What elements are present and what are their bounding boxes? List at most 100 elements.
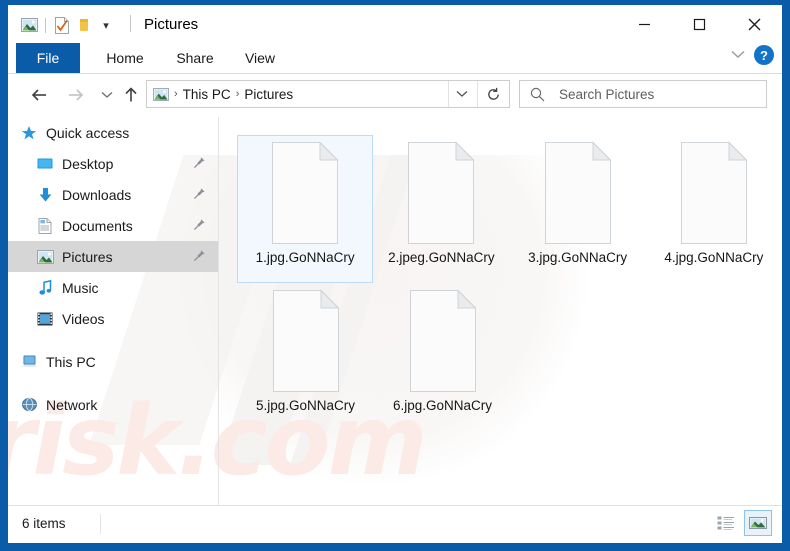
sidebar-item-this-pc[interactable]: This PC <box>8 346 218 377</box>
breadcrumb-this-pc[interactable]: This PC <box>180 87 234 102</box>
up-button[interactable] <box>118 82 144 108</box>
star-icon <box>20 124 38 142</box>
file-item-2[interactable]: 2.jpeg.GoNNaCry <box>373 135 509 283</box>
sidebar-label-downloads: Downloads <box>62 187 131 203</box>
expand-ribbon-chevron-icon[interactable] <box>731 45 745 65</box>
qat-separator-1 <box>45 18 46 33</box>
back-button[interactable] <box>26 82 52 108</box>
minimize-button[interactable] <box>617 5 672 43</box>
sidebar-item-videos[interactable]: Videos <box>8 303 218 334</box>
large-icons-view-icon[interactable] <box>744 510 772 536</box>
maximize-button[interactable] <box>672 5 727 43</box>
address-bar-folder-icon <box>153 88 169 101</box>
sidebar-label-quick-access: Quick access <box>46 125 129 141</box>
item-count-label: 6 items <box>22 516 66 531</box>
tab-share[interactable]: Share <box>164 43 226 73</box>
file-name-6: 6.jpg.GoNNaCry <box>393 398 492 414</box>
pin-icon-pictures[interactable] <box>192 249 206 263</box>
search-input[interactable]: Search Pictures <box>519 80 767 108</box>
generic-file-icon <box>539 140 617 246</box>
generic-file-icon <box>404 288 482 394</box>
file-name-5: 5.jpg.GoNNaCry <box>256 398 355 414</box>
search-placeholder: Search Pictures <box>559 87 654 102</box>
title-separator <box>130 15 131 32</box>
file-name-3: 3.jpg.GoNNaCry <box>528 250 627 266</box>
status-bar-divider <box>100 514 101 534</box>
search-icon <box>530 87 545 102</box>
music-icon <box>36 279 54 297</box>
sidebar-gap-2 <box>8 377 218 389</box>
desktop-icon <box>36 155 54 173</box>
sidebar-label-network: Network <box>46 397 97 413</box>
sidebar-label-documents: Documents <box>62 218 133 234</box>
tab-file[interactable]: File <box>16 43 80 73</box>
title-bar: ▾ Pictures <box>8 5 782 45</box>
window-controls <box>617 5 782 43</box>
pin-icon-documents[interactable] <box>192 218 206 232</box>
sidebar-item-network[interactable]: Network <box>8 389 218 420</box>
breadcrumb-separator-1[interactable]: › <box>172 88 180 100</box>
address-toolbar: › This PC › Pictures <box>8 74 782 116</box>
file-name-1: 1.jpg.GoNNaCry <box>256 250 355 266</box>
pictures-folder-icon[interactable] <box>18 14 40 36</box>
file-name-4: 4.jpg.GoNNaCry <box>664 250 763 266</box>
view-mode-buttons <box>712 510 772 536</box>
sidebar-label-this-pc: This PC <box>46 354 96 370</box>
quick-access-toolbar: ▾ <box>18 14 117 36</box>
pin-icon-downloads[interactable] <box>192 187 206 201</box>
sidebar-label-videos: Videos <box>62 311 105 327</box>
file-list-view[interactable]: 1.jpg.GoNNaCry 2.jpeg.GoNNaCry <box>219 117 782 506</box>
close-button[interactable] <box>727 5 782 43</box>
refresh-button[interactable] <box>477 81 508 107</box>
file-item-6[interactable]: 6.jpg.GoNNaCry <box>374 283 511 431</box>
sidebar-label-music: Music <box>62 280 99 296</box>
forward-button[interactable] <box>62 82 88 108</box>
ribbon-right-controls: ? <box>731 45 774 65</box>
properties-icon[interactable] <box>51 14 73 36</box>
address-dropdown-button[interactable] <box>448 81 475 107</box>
tab-home[interactable]: Home <box>94 43 156 73</box>
file-row-2: 5.jpg.GoNNaCry 6.jpg.GoNNaCry <box>237 283 782 431</box>
sidebar-item-quick-access[interactable]: Quick access <box>8 117 218 148</box>
new-folder-icon[interactable] <box>73 14 95 36</box>
window-title: Pictures <box>144 14 198 36</box>
details-view-icon[interactable] <box>712 510 740 536</box>
sidebar-item-music[interactable]: Music <box>8 272 218 303</box>
file-row-1: 1.jpg.GoNNaCry 2.jpeg.GoNNaCry <box>237 135 782 283</box>
videos-icon <box>36 310 54 328</box>
pictures-icon <box>36 248 54 266</box>
file-name-2: 2.jpeg.GoNNaCry <box>388 250 495 266</box>
sidebar-item-pictures[interactable]: Pictures <box>8 241 218 272</box>
this-pc-icon <box>20 353 38 371</box>
help-button[interactable]: ? <box>754 45 774 65</box>
navigation-pane: Quick access Desktop <box>8 117 218 506</box>
tab-view[interactable]: View <box>232 43 288 73</box>
sidebar-label-desktop: Desktop <box>62 156 113 172</box>
pin-icon-desktop[interactable] <box>192 156 206 170</box>
breadcrumb-separator-2[interactable]: › <box>234 88 242 100</box>
explorer-window: risk.com <box>0 0 790 551</box>
address-bar[interactable]: › This PC › Pictures <box>146 80 510 108</box>
recent-locations-button[interactable] <box>94 82 120 108</box>
sidebar-item-desktop[interactable]: Desktop <box>8 148 218 179</box>
ribbon-tab-bar: File Home Share View ? <box>8 43 782 73</box>
file-item-1[interactable]: 1.jpg.GoNNaCry <box>237 135 373 283</box>
content-area: Quick access Desktop <box>8 117 782 506</box>
status-bar: 6 items <box>8 505 782 543</box>
file-item-3[interactable]: 3.jpg.GoNNaCry <box>510 135 646 283</box>
generic-file-icon <box>266 140 344 246</box>
download-icon <box>36 186 54 204</box>
generic-file-icon <box>402 140 480 246</box>
nav-pane-divider <box>218 117 219 506</box>
file-item-5[interactable]: 5.jpg.GoNNaCry <box>237 283 374 431</box>
sidebar-gap-1 <box>8 334 218 346</box>
breadcrumb-pictures[interactable]: Pictures <box>241 87 296 102</box>
customize-quick-access-chevron[interactable]: ▾ <box>95 14 117 36</box>
window-inner: risk.com <box>8 5 782 543</box>
sidebar-item-downloads[interactable]: Downloads <box>8 179 218 210</box>
sidebar-label-pictures: Pictures <box>62 249 113 265</box>
generic-file-icon <box>675 140 753 246</box>
network-icon <box>20 396 38 414</box>
sidebar-item-documents[interactable]: Documents <box>8 210 218 241</box>
file-item-4[interactable]: 4.jpg.GoNNaCry <box>646 135 782 283</box>
